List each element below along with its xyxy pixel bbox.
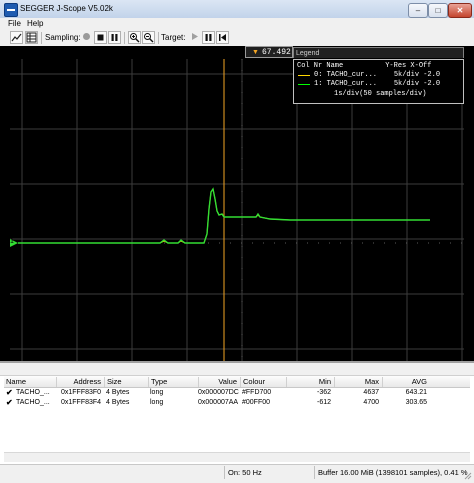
maximize-button[interactable]: □: [428, 3, 448, 18]
cell-max: 4637: [363, 389, 379, 396]
cell-name: TACHO_...: [16, 389, 50, 396]
col-colour[interactable]: Colour: [240, 377, 286, 387]
col-size[interactable]: Size: [104, 377, 148, 387]
col-max[interactable]: Max: [334, 377, 382, 387]
col-name[interactable]: Name: [4, 377, 56, 387]
toolbar-separator: [124, 32, 125, 44]
cell-size: 4 Bytes: [106, 389, 130, 396]
cell-max: 4700: [363, 399, 379, 406]
row-checkbox[interactable]: ✔: [6, 398, 13, 407]
cell-size: 4 Bytes: [106, 399, 130, 406]
cell-type: long: [150, 389, 164, 396]
stop-icon[interactable]: [94, 31, 107, 44]
cell-value: 0x000007AA: [198, 399, 239, 406]
col-avg[interactable]: AVG: [382, 377, 430, 387]
cell-avg: 643.21: [405, 389, 427, 396]
legend-row-0: 0: TACHO_cur... 5k/div -2.0: [314, 71, 441, 79]
scope-plot[interactable]: [0, 59, 474, 361]
table-icon[interactable]: [25, 31, 38, 44]
status-separator: [224, 466, 225, 479]
cell-min: -612: [316, 399, 331, 406]
legend-footer: 1s/div(50 samples/div): [334, 90, 427, 98]
app-icon: [4, 3, 18, 17]
menu-bar: [0, 18, 474, 30]
col-type[interactable]: Type: [148, 377, 198, 387]
pause-icon[interactable]: [108, 31, 121, 44]
cell-address: 0x1FFF83F0: [61, 389, 102, 396]
graph-icon[interactable]: [10, 31, 23, 44]
cell-colour[interactable]: #00FF00: [242, 399, 270, 406]
table-header: Name Address Size Type Value Colour Min …: [4, 376, 470, 388]
table-row[interactable]: ✔ TACHO_... 0x1FFF83F4 4 Bytes long 0x00…: [4, 398, 470, 408]
toolbar-separator: [41, 32, 42, 44]
col-address[interactable]: Address: [56, 377, 104, 387]
target-pause-icon[interactable]: [202, 31, 215, 44]
play-icon[interactable]: [188, 31, 201, 44]
horizontal-scrollbar[interactable]: [4, 452, 470, 462]
record-icon[interactable]: [80, 31, 93, 44]
cell-type: long: [150, 399, 164, 406]
col-value[interactable]: Value: [198, 377, 240, 387]
cursor-value: 67.492: [262, 48, 291, 57]
zoom-in-icon[interactable]: [128, 31, 141, 44]
panel-splitter[interactable]: [0, 363, 474, 376]
cell-name: TACHO_...: [16, 399, 50, 406]
window-title: SEGGER J-Scope V5.02k: [20, 4, 113, 13]
row-checkbox[interactable]: ✔: [6, 388, 13, 397]
col-min[interactable]: Min: [286, 377, 334, 387]
cell-value: 0x000007DC: [198, 389, 239, 396]
legend-row-1: 1: TACHO_cur... 5k/div -2.0: [314, 80, 441, 88]
cell-avg: 303.65: [405, 399, 427, 406]
cell-address: 0x1FFF83F4: [61, 399, 102, 406]
table-row[interactable]: ✔ TACHO_... 0x1FFF83F0 4 Bytes long 0x00…: [4, 388, 470, 398]
legend-header: Col Nr Name Y-Res X-Off: [297, 62, 432, 70]
menu-file[interactable]: File: [8, 19, 21, 28]
channel-marker-label: 1: [10, 238, 14, 245]
status-buffer: Buffer 16.00 MiB (1398101 samples), 0.41…: [318, 468, 468, 477]
legend-swatch-1: [298, 84, 310, 85]
cell-min: -362: [316, 389, 331, 396]
minimize-button[interactable]: –: [408, 3, 428, 18]
zoom-out-icon[interactable]: [142, 31, 155, 44]
close-button[interactable]: ✕: [448, 3, 472, 18]
cursor-marker-icon[interactable]: ▼: [252, 49, 259, 56]
toolbar-separator: [158, 32, 159, 44]
resize-grip-icon[interactable]: [462, 470, 472, 480]
menu-help[interactable]: Help: [27, 19, 43, 28]
legend-title: Legend: [293, 47, 464, 58]
scope-minor-ticks: [10, 59, 464, 361]
status-separator: [314, 466, 315, 479]
sampling-label: Sampling:: [45, 33, 81, 42]
status-frequency: On: 50 Hz: [228, 468, 262, 477]
skip-start-icon[interactable]: [216, 31, 229, 44]
scope-grid: [10, 59, 464, 361]
target-label: Target:: [161, 33, 186, 42]
legend-swatch-0: [298, 75, 310, 76]
cell-colour[interactable]: #FFD700: [242, 389, 271, 396]
legend[interactable]: Col Nr Name Y-Res X-Off 0: TACHO_cur... …: [293, 59, 464, 104]
